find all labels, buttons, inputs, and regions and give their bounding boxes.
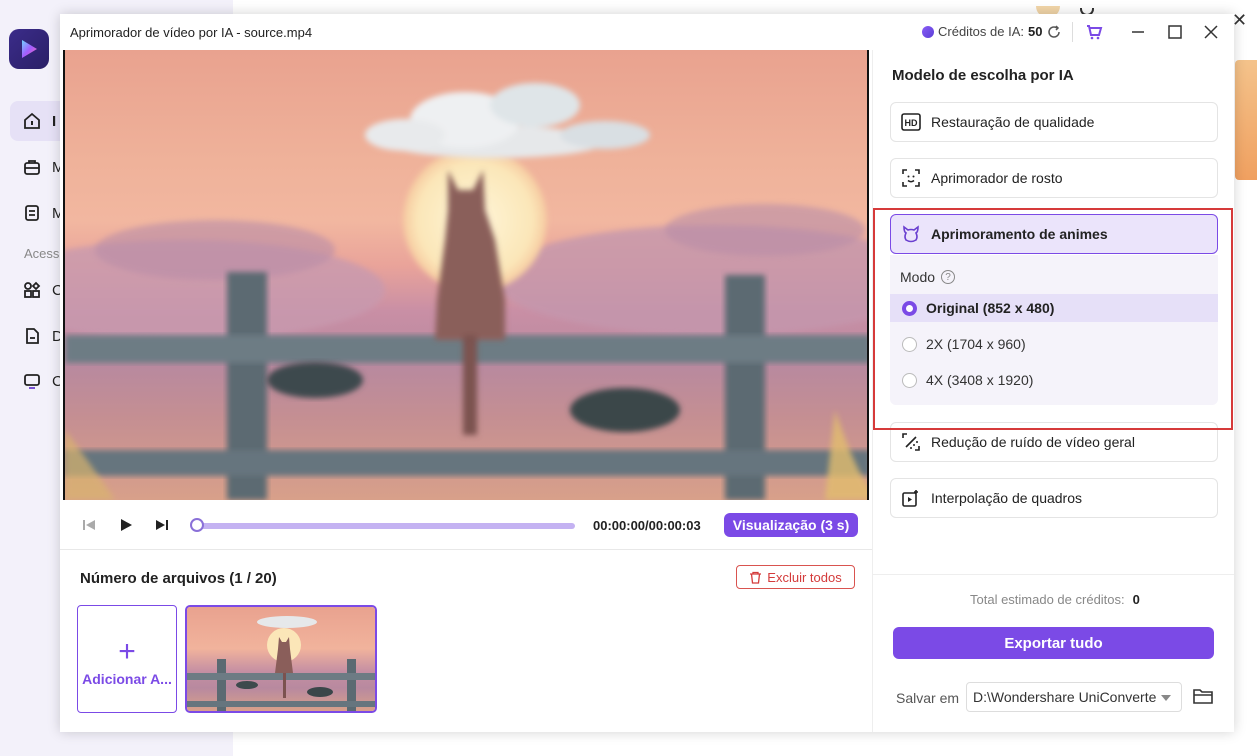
plus-icon: + <box>118 635 136 668</box>
cart-icon[interactable] <box>1084 22 1104 42</box>
mode-option-label: 2X (1704 x 960) <box>926 336 1026 352</box>
total-credits-value: 0 <box>1132 592 1140 607</box>
sidebar-item-label: I <box>52 112 57 130</box>
chevron-down-icon <box>1161 695 1171 701</box>
radio-selected[interactable] <box>902 300 917 316</box>
model-label: Interpolação de quadros <box>931 490 1082 506</box>
add-file-label: Adicionar A... <box>82 671 172 687</box>
radio[interactable] <box>902 372 917 388</box>
apps-icon <box>24 281 41 298</box>
face-scan-icon <box>902 169 920 187</box>
model-label: Aprimorador de rosto <box>931 170 1063 186</box>
export-all-button[interactable]: Exportar tudo <box>893 627 1214 659</box>
video-scene <box>65 83 867 500</box>
app-logo <box>9 29 49 69</box>
mode-label: Modo ? <box>900 269 956 285</box>
panel-divider <box>872 50 873 732</box>
model-label: Aprimoramento de animes <box>931 226 1108 242</box>
credit-icon <box>922 25 934 38</box>
refresh-icon[interactable] <box>1044 22 1064 42</box>
ai-credits: Créditos de IA: 50 <box>922 24 1042 39</box>
trash-icon <box>750 571 762 584</box>
help-icon[interactable]: ? <box>941 270 956 284</box>
svg-text:HD: HD <box>905 118 918 128</box>
model-anime-enhancement[interactable]: Aprimoramento de animes <box>890 214 1218 254</box>
panel-divider-bottom <box>872 574 1234 575</box>
screen-icon <box>24 374 40 389</box>
maximize-icon[interactable] <box>1165 22 1185 42</box>
save-location-select[interactable]: D:\Wondershare UniConverte <box>966 682 1182 712</box>
save-location-label: Salvar em <box>896 690 960 706</box>
close-icon[interactable] <box>1201 22 1221 42</box>
total-credits-label: Total estimado de créditos: <box>970 592 1125 607</box>
mode-option-label: 4X (3408 x 1920) <box>926 372 1034 388</box>
delete-all-label: Excluir todos <box>767 569 842 585</box>
minimize-icon[interactable] <box>1128 22 1148 42</box>
mode-option-label: Original (852 x 480) <box>926 300 1055 316</box>
play-icon[interactable] <box>117 516 135 534</box>
model-frame-interpolation[interactable]: Interpolação de quadros <box>890 478 1218 518</box>
add-file-button[interactable]: + Adicionar A... <box>77 605 177 713</box>
model-label: Redução de ruído de vídeo geral <box>931 434 1135 450</box>
folder-icon[interactable] <box>1193 687 1213 708</box>
dialog-title: Aprimorador de vídeo por IA - source.mp4 <box>70 25 313 40</box>
titlebar-separator <box>1072 22 1073 42</box>
preview-button[interactable]: Visualização (3 s) <box>724 513 858 537</box>
save-path: D:\Wondershare UniConverte <box>973 689 1157 705</box>
next-frame-icon[interactable] <box>153 516 171 534</box>
previous-frame-icon[interactable] <box>80 516 98 534</box>
anime-icon <box>903 225 919 243</box>
dialog-titlebar: Aprimorador de vídeo por IA - source.mp4… <box>60 14 1234 50</box>
model-face-enhancer[interactable]: Aprimorador de rosto <box>890 158 1218 198</box>
divider <box>60 549 872 550</box>
background-close-icon[interactable]: ✕ <box>1232 10 1247 31</box>
playback-progress-bar[interactable] <box>192 523 575 529</box>
frame-interpolation-icon <box>902 490 918 507</box>
mode-2x[interactable]: 2X (1704 x 960) <box>890 330 1218 358</box>
document-icon <box>25 205 39 221</box>
denoise-icon <box>902 433 920 451</box>
credits-value: 50 <box>1028 24 1043 39</box>
file-count: Número de arquivos (1 / 20) <box>80 570 277 587</box>
timecode: 00:00:00/00:00:03 <box>593 518 701 533</box>
mode-4x[interactable]: 4X (3408 x 1920) <box>890 366 1218 394</box>
video-preview[interactable] <box>63 50 869 500</box>
sidebar-section-label: Acess <box>24 246 60 261</box>
radio[interactable] <box>902 336 917 352</box>
home-icon <box>24 112 40 129</box>
file-thumbnail[interactable] <box>185 605 377 713</box>
hd-icon: HD <box>901 113 921 131</box>
video-frame <box>65 50 867 500</box>
panel-title: Modelo de escolha por IA <box>892 67 1074 84</box>
background-banner <box>1235 60 1257 180</box>
model-quality-restoration[interactable]: HD Restauração de qualidade <box>890 102 1218 142</box>
total-credits: Total estimado de créditos: 0 <box>970 592 1140 607</box>
thumbnail-image <box>187 607 375 711</box>
file-icon <box>26 328 39 344</box>
delete-all-button[interactable]: Excluir todos <box>736 565 855 589</box>
mode-label-text: Modo <box>900 269 936 285</box>
toolbox-icon <box>24 160 40 175</box>
ai-video-enhancer-dialog: Aprimorador de vídeo por IA - source.mp4… <box>60 14 1234 732</box>
playback-progress-handle[interactable] <box>190 518 204 532</box>
model-general-denoise[interactable]: Redução de ruído de vídeo geral <box>890 422 1218 462</box>
mode-original[interactable]: Original (852 x 480) <box>890 294 1218 322</box>
model-label: Restauração de qualidade <box>931 114 1095 130</box>
credits-label: Créditos de IA: <box>938 24 1024 39</box>
